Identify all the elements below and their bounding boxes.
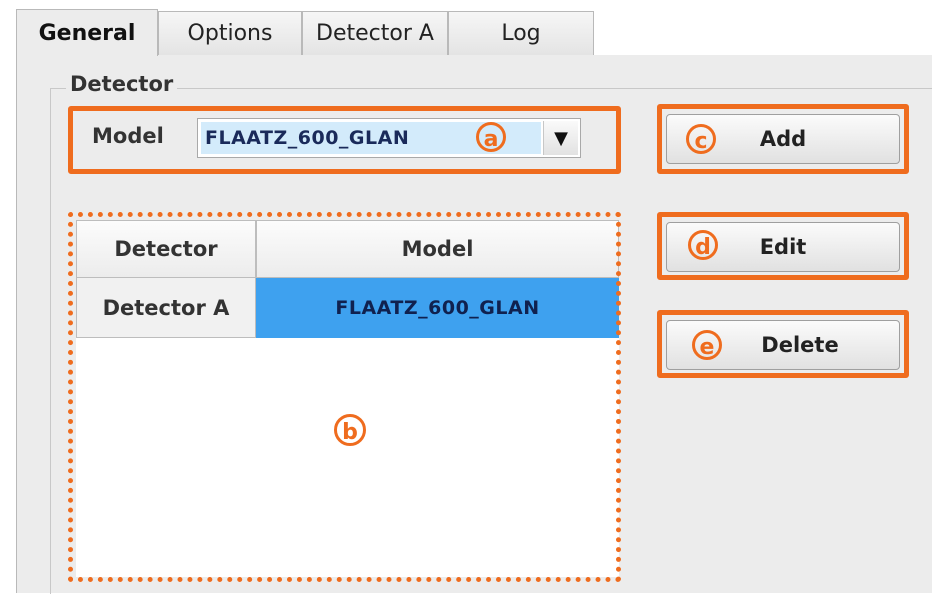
callout-b-badge: b — [334, 414, 366, 446]
tab-options-label: Options — [187, 21, 273, 46]
tab-log[interactable]: Log — [448, 11, 594, 55]
callout-d-badge: d — [688, 230, 718, 260]
tab-options[interactable]: Options — [158, 11, 302, 55]
tab-general-label: General — [38, 20, 136, 46]
tab-detector-a-label: Detector A — [316, 21, 434, 46]
callout-a-frame — [68, 106, 621, 174]
callout-c-badge: c — [686, 124, 716, 154]
callout-a-badge: a — [476, 122, 506, 152]
detector-settings-window: General Options Detector A Log Detector … — [0, 0, 932, 594]
tab-strip: General Options Detector A Log — [16, 9, 932, 56]
tab-log-label: Log — [501, 21, 541, 46]
tab-detector-a[interactable]: Detector A — [302, 11, 448, 55]
group-title: Detector — [66, 72, 178, 96]
tab-general[interactable]: General — [16, 9, 158, 56]
callout-e-badge: e — [692, 330, 722, 360]
callout-b-frame — [68, 212, 621, 582]
